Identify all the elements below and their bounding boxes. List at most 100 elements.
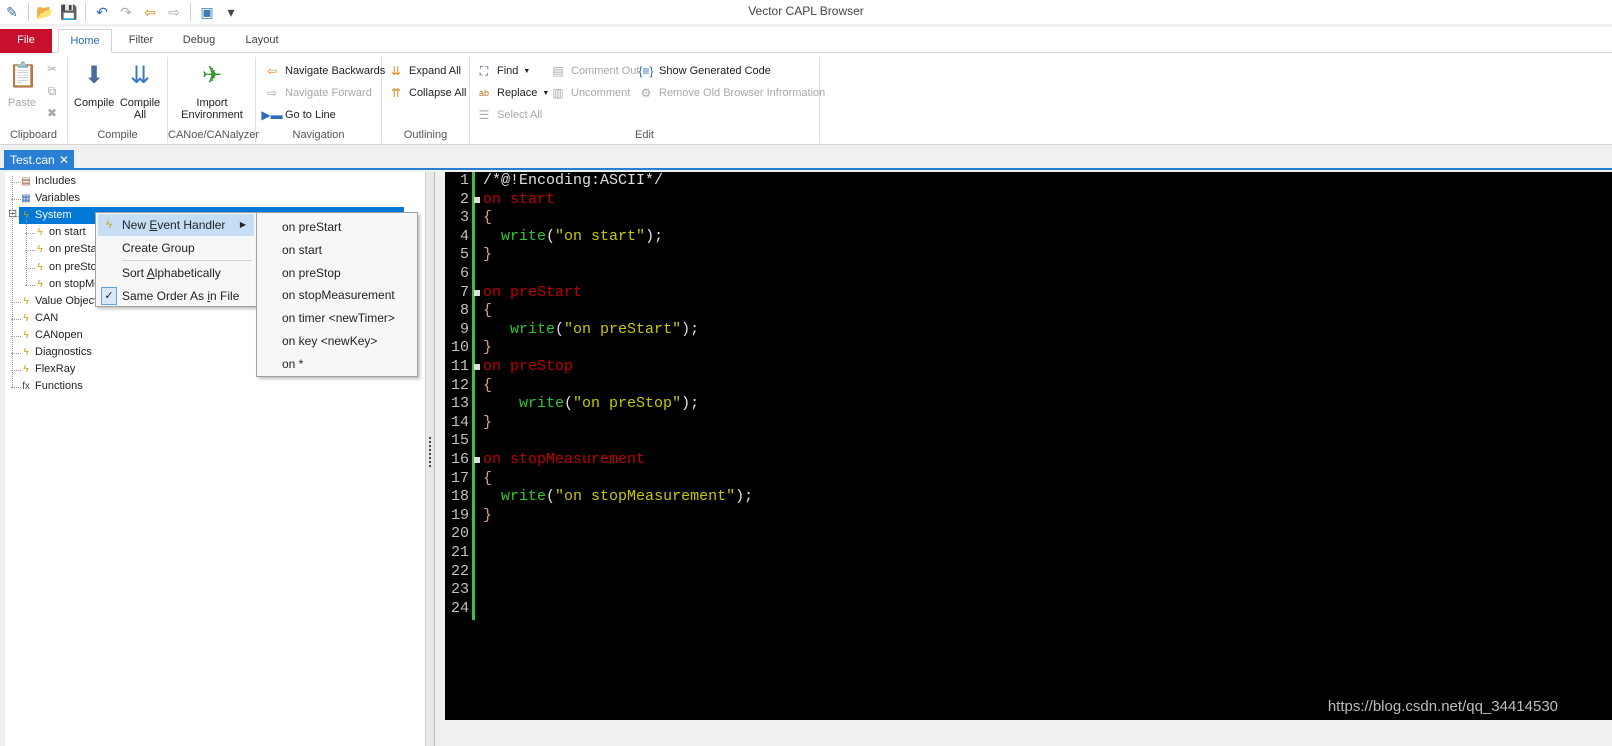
tree-item[interactable]: ϟ Diagnostics <box>19 344 92 361</box>
code-line[interactable]: 18 write("on stopMeasurement"); <box>445 488 1545 507</box>
close-icon[interactable]: ✕ <box>59 150 69 170</box>
event-icon: ϟ <box>37 278 43 290</box>
line-number: 23 <box>450 581 469 599</box>
find-dropdown-icon: ▼ <box>523 67 531 75</box>
submenu-item[interactable]: on stopMeasurement <box>259 284 415 306</box>
submenu-item[interactable]: on preStop <box>259 262 415 284</box>
code-line[interactable]: 2 on start <box>445 191 1545 210</box>
submenu-item[interactable]: on preStart <box>259 216 415 238</box>
code-token-str: "on preStart" <box>564 320 682 338</box>
code-line[interactable]: 20 <box>445 525 1545 544</box>
fold-toggle-icon[interactable] <box>474 196 480 203</box>
variables-icon: ▦ <box>21 193 31 205</box>
code-editor[interactable]: 1/*@!Encoding:ASCII*/2 on start 3{4 write(… <box>445 172 1612 720</box>
submenu-item[interactable]: on * <box>259 353 415 375</box>
code-line[interactable]: 14} <box>445 414 1545 433</box>
navigate-backwards-button[interactable]: ⇦ Navigate Backwards <box>264 61 385 81</box>
code-line[interactable]: 12 { <box>445 377 1545 396</box>
tree-item[interactable]: ϟ CAN <box>19 310 58 327</box>
compile-all-button[interactable]: ⇊ Compile All <box>118 59 162 122</box>
tree-item[interactable]: ϟ Value Objects <box>19 293 102 310</box>
fold-toggle-icon[interactable] <box>474 364 480 370</box>
find-button[interactable]: ⛶ Find ▼ <box>476 61 531 81</box>
tree-item-label: CAN <box>35 311 59 324</box>
line-number: 12 <box>450 376 469 394</box>
code-line[interactable]: 13 write("on preStop"); <box>445 395 1545 414</box>
code-line[interactable]: 16 on stopMeasurement <box>445 451 1545 470</box>
tab-layout[interactable]: Layout <box>242 29 282 53</box>
line-number: 3 <box>459 209 469 227</box>
copy-button[interactable]: ⧉ <box>44 81 65 101</box>
code-line[interactable]: 1 /*@!Encoding:ASCII*/ <box>445 172 1545 191</box>
code-text: { <box>483 302 492 321</box>
line-number: 24 <box>450 599 469 617</box>
code-line[interactable]: 15 <box>445 432 1545 451</box>
collapse-all-button[interactable]: ⇈ Collapse All <box>388 83 467 103</box>
context-menu-item[interactable]: Create Group <box>98 237 254 259</box>
group-label-navigation: Navigation <box>292 129 345 141</box>
code-line[interactable]: 9 write("on preStart"); <box>445 321 1545 340</box>
tab-file[interactable]: File <box>0 29 52 53</box>
tab-home[interactable]: Home <box>58 29 112 53</box>
app-title: Vector CAPL Browser <box>748 4 864 18</box>
tree-item[interactable]: ϟ on start <box>33 224 85 241</box>
code-line[interactable]: 4 write("on start"); <box>445 228 1545 247</box>
fold-toggle-icon[interactable] <box>474 457 480 463</box>
delete-button[interactable]: ✖ <box>44 103 65 123</box>
splitter-grip[interactable] <box>429 437 432 467</box>
code-line[interactable]: 7 on preStart <box>445 284 1545 303</box>
collapse-all-icon: ⇈ <box>390 86 402 100</box>
context-menu-item[interactable]: ϟ New Event Handler ▶ <box>98 214 254 236</box>
expand-all-button[interactable]: ⇊ Expand All <box>388 61 461 81</box>
code-line[interactable]: 24 <box>445 600 1545 619</box>
replace-button[interactable]: ab Replace ▼ <box>476 83 549 103</box>
fold-toggle-icon[interactable] <box>474 289 480 296</box>
paste-button[interactable]: 📋 Paste <box>6 59 38 110</box>
go-to-line-button[interactable]: ▶▬ Go to Line <box>261 105 335 125</box>
binoculars-icon: ⛶ <box>479 63 489 78</box>
select-all-button[interactable]: ☰ Select All <box>476 105 543 125</box>
tree-item[interactable]: ϟ FlexRay <box>19 361 75 378</box>
menu-label: New <box>122 218 150 232</box>
tree-item[interactable]: ▦ Variables <box>19 190 80 207</box>
submenu-item[interactable]: on timer <newTimer> <box>259 307 415 329</box>
code-line[interactable]: 19} <box>445 507 1545 526</box>
remove-old-browser-info-button[interactable]: ⚙ Remove Old Browser Infrormation <box>638 83 826 103</box>
code-line[interactable]: 11 on preStop <box>445 358 1545 377</box>
code-line[interactable]: 8{ <box>445 302 1545 321</box>
tab-debug[interactable]: Debug <box>178 29 220 53</box>
compile-button[interactable]: ⬇ Compile <box>74 59 114 110</box>
code-token-pun <box>483 228 501 245</box>
code-line[interactable]: 6 <box>445 265 1545 284</box>
code-line[interactable]: 21 <box>445 544 1545 563</box>
context-menu-item[interactable]: ✓ Same Order As in File <box>98 285 254 307</box>
code-line[interactable]: 22 <box>445 563 1545 582</box>
uncomment-button[interactable]: ▥ Uncomment <box>550 83 630 103</box>
import-environment-button[interactable]: ✈ Import Environment <box>174 59 250 122</box>
code-token-brace: } <box>483 413 493 431</box>
tree-item[interactable]: ϟ on preStop <box>33 259 102 276</box>
comment-out-button[interactable]: ▤ Comment Out <box>550 61 639 81</box>
code-line[interactable]: 23 <box>445 581 1545 600</box>
tree-item[interactable]: ▤ Includes <box>19 173 76 190</box>
tab-test-can[interactable]: Test.can ✕ <box>4 150 74 170</box>
code-line[interactable]: 5} <box>445 246 1545 265</box>
navigate-forward-button[interactable]: ⇨ Navigate Forward <box>264 83 372 103</box>
code-token-fn: write <box>510 320 556 338</box>
tree-item[interactable]: ϟ on preStart <box>33 241 103 258</box>
tree-item[interactable]: fx Functions <box>19 378 83 395</box>
tab-filter[interactable]: Filter <box>124 29 158 53</box>
code-line[interactable]: 17 { <box>445 470 1545 489</box>
panel-splitter[interactable] <box>425 172 435 746</box>
tree-item[interactable]: ϟ CANopen <box>19 327 82 344</box>
code-line[interactable]: 3{ <box>445 209 1545 228</box>
submenu-item[interactable]: on start <box>259 239 415 261</box>
show-generated-code-button[interactable]: {≡} Show Generated Code <box>638 61 770 81</box>
context-menu-item[interactable]: Sort Alphabetically <box>98 262 254 284</box>
menu-label: Sort <box>122 266 147 280</box>
submenu-item[interactable]: on key <newKey> <box>259 330 415 352</box>
cut-button[interactable]: ✂ <box>44 59 65 79</box>
code-text: write("on start"); <box>483 228 663 247</box>
code-line[interactable]: 10} <box>445 339 1545 358</box>
includes-icon: ▤ <box>21 176 31 187</box>
